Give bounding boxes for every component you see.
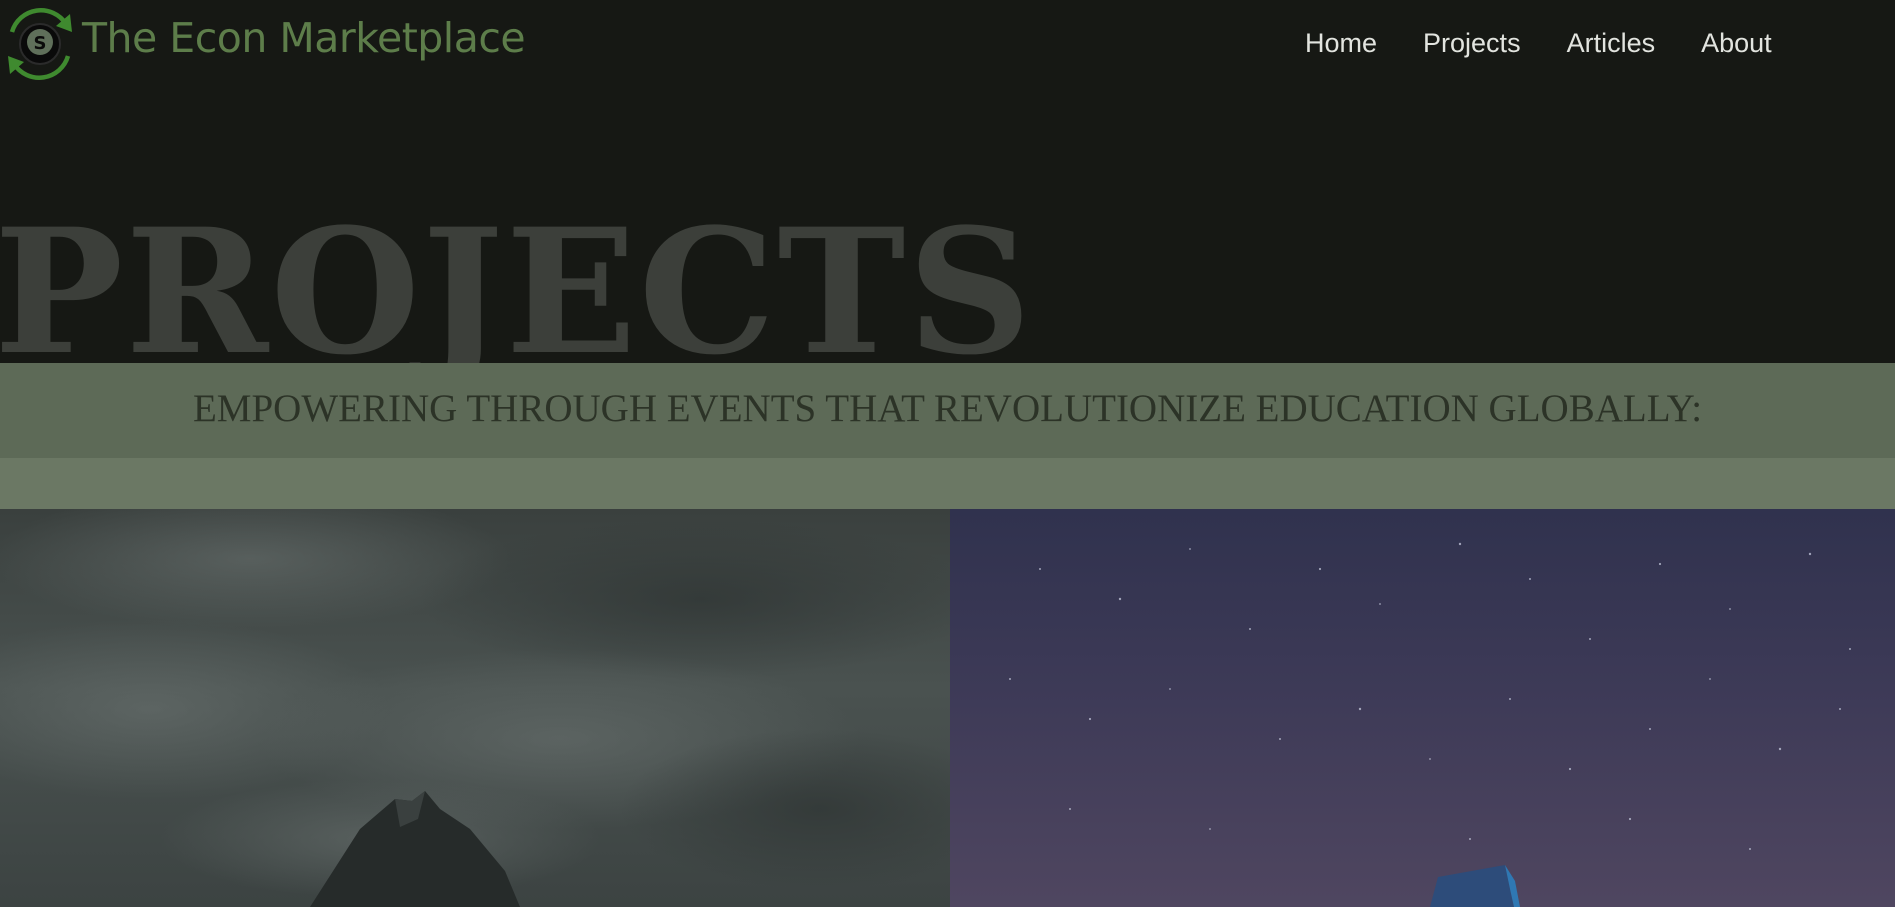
project-cards — [0, 509, 1895, 907]
nav-home[interactable]: Home — [1305, 28, 1377, 59]
econ-logo-icon[interactable]: S — [0, 4, 80, 84]
divider-band — [0, 458, 1895, 509]
project-card-night-sky[interactable] — [950, 509, 1895, 907]
nav-projects[interactable]: Projects — [1423, 28, 1521, 59]
project-card-mountain[interactable] — [0, 509, 950, 907]
nav-about[interactable]: About — [1701, 28, 1772, 59]
main-nav: Home Projects Articles About — [1305, 28, 1772, 59]
night-sky-image — [1009, 542, 1851, 907]
mountain-image — [0, 509, 950, 907]
nav-articles[interactable]: Articles — [1567, 28, 1656, 59]
page-title: PROJECTS — [0, 190, 1034, 393]
logo-letter: S — [34, 33, 47, 54]
tagline: EMPOWERING THROUGH EVENTS THAT REVOLUTIO… — [192, 387, 1703, 430]
brand-name[interactable]: The Econ Marketplace — [82, 14, 526, 62]
site-header: S The Econ Marketplace Home Projects Art… — [0, 0, 1895, 90]
